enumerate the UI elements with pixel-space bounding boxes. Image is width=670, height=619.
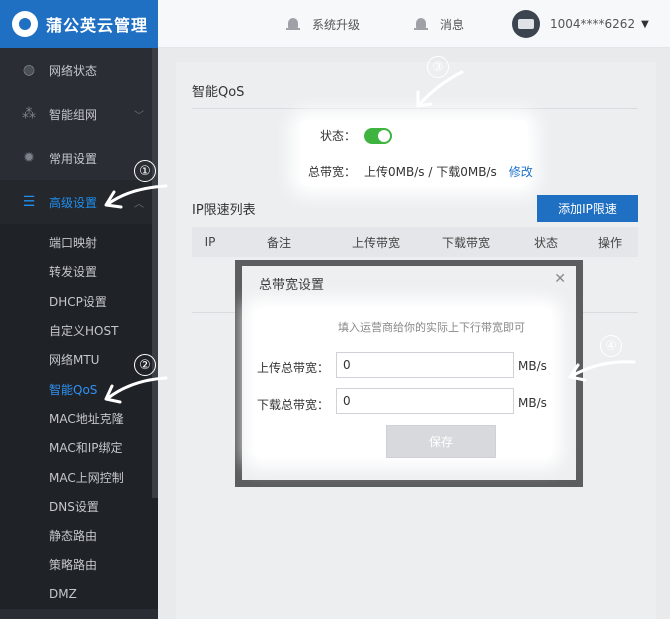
column-header: 状态	[533, 235, 558, 250]
account-name: 1004****6262	[550, 17, 636, 31]
sidebar-item-smart-networking[interactable]: ⁂ 智能组网 ﹀	[0, 92, 158, 136]
step-marker-2: ②	[134, 354, 156, 376]
qos-bandwidth-row: 总带宽： 上传0MB/s / 下载0MB/s 修改	[308, 163, 533, 180]
step-marker-3: ③	[427, 56, 449, 78]
submenu-item-static-route[interactable]: 静态路由	[0, 521, 158, 550]
network-icon: ⁂	[22, 106, 36, 122]
account-menu[interactable]: 1004****6262 ▼	[512, 0, 649, 48]
status-label: 状态：	[320, 129, 357, 143]
ip-limit-table-header: IP 备注 上传带宽 下载带宽 状态 操作	[192, 227, 638, 257]
edit-bandwidth-link[interactable]: 修改	[509, 163, 533, 180]
submenu-item-dns[interactable]: DNS设置	[0, 492, 158, 521]
submenu-item-port-mapping[interactable]: 端口映射	[0, 228, 158, 257]
chevron-down-icon: ﹀	[134, 111, 144, 122]
menu-icon: ☰	[22, 194, 36, 210]
sidebar-item-label: 高级设置	[49, 195, 98, 210]
divider	[192, 108, 638, 109]
sidebar-item-network-status[interactable]: ◍ 网络状态	[0, 48, 158, 92]
submenu-item-dhcp[interactable]: DHCP设置	[0, 287, 158, 316]
chevron-up-icon: ︿	[134, 199, 144, 210]
submenu-item-mac-clone[interactable]: MAC地址克隆	[0, 404, 158, 433]
globe-icon: ◍	[22, 62, 36, 78]
sidebar-item-label: 常用设置	[49, 151, 98, 166]
bandwidth-hint: 填入运营商给你的实际上下行带宽即可	[338, 321, 525, 334]
column-header: 备注	[266, 235, 291, 250]
brand-name: 蒲公英云管理	[46, 16, 149, 35]
step-marker-4: ④	[600, 335, 622, 357]
bandwidth-dialog: 总带宽设置 ✕ 填入运营商给你的实际上下行带宽即可 上传总带宽： MB/s 下载…	[242, 266, 576, 480]
top-bar: 系统升级 消息 1004****6262 ▼	[158, 0, 670, 48]
save-button[interactable]: 保存	[386, 425, 496, 458]
bandwidth-label: 总带宽：	[308, 165, 357, 179]
submenu-item-custom-host[interactable]: 自定义HOST	[0, 316, 158, 345]
submenu-item-forwarding[interactable]: 转发设置	[0, 257, 158, 286]
dialog-title: 总带宽设置	[259, 278, 325, 293]
download-label: 下载总带宽：	[257, 398, 330, 412]
download-bandwidth-input[interactable]	[336, 388, 514, 414]
messages-label: 消息	[440, 17, 465, 32]
system-upgrade-label: 系统升级	[312, 17, 361, 32]
submenu-item-policy-route[interactable]: 策略路由	[0, 550, 158, 579]
qos-status-row: 状态：	[320, 127, 393, 144]
step-marker-1: ①	[134, 160, 156, 182]
column-header: 操作	[597, 235, 622, 250]
caret-down-icon: ▼	[641, 18, 649, 30]
avatar	[512, 10, 540, 38]
system-upgrade-button[interactable]: 系统升级	[286, 0, 360, 48]
qos-toggle[interactable]	[364, 127, 393, 144]
bell-icon	[286, 17, 300, 32]
page-title: 智能QoS	[192, 85, 245, 100]
download-unit: MB/s	[518, 396, 547, 410]
submenu-item-mac-access-control[interactable]: MAC上网控制	[0, 462, 158, 491]
upload-bandwidth-input[interactable]	[336, 352, 514, 378]
column-header: 下载带宽	[441, 235, 490, 250]
gear-icon: ✹	[23, 150, 35, 166]
submenu-item-dmz[interactable]: DMZ	[0, 580, 158, 609]
sidebar-item-label: 网络状态	[49, 63, 98, 78]
submenu-item-smart-qos[interactable]: 智能QoS	[0, 374, 158, 403]
upload-unit: MB/s	[518, 359, 547, 373]
column-header: IP	[204, 235, 216, 249]
sidebar-item-label: 智能组网	[49, 107, 98, 122]
bell-icon	[414, 17, 428, 32]
bandwidth-value: 上传0MB/s / 下载0MB/s	[364, 165, 497, 179]
upload-label: 上传总带宽：	[257, 361, 330, 375]
close-icon[interactable]: ✕	[554, 271, 566, 287]
column-header: 上传带宽	[351, 235, 400, 250]
messages-button[interactable]: 消息	[414, 0, 464, 48]
add-ip-limit-button[interactable]: 添加IP限速	[537, 195, 638, 222]
sidebar: 蒲公英云管理 ◍ 网络状态 ⁂ 智能组网 ﹀ ✹ 常用设置 ☰ 高级设置 ︿ 端…	[0, 0, 158, 619]
brand[interactable]: 蒲公英云管理	[0, 0, 158, 48]
dandelion-logo-icon	[12, 11, 38, 37]
ip-limit-title: IP限速列表	[192, 203, 256, 218]
sidebar-item-advanced-settings[interactable]: ☰ 高级设置 ︿	[0, 180, 158, 224]
submenu-item-mac-ip-binding[interactable]: MAC和IP绑定	[0, 433, 158, 462]
advanced-submenu: 端口映射 转发设置 DHCP设置 自定义HOST 网络MTU 智能QoS MAC…	[0, 224, 158, 609]
